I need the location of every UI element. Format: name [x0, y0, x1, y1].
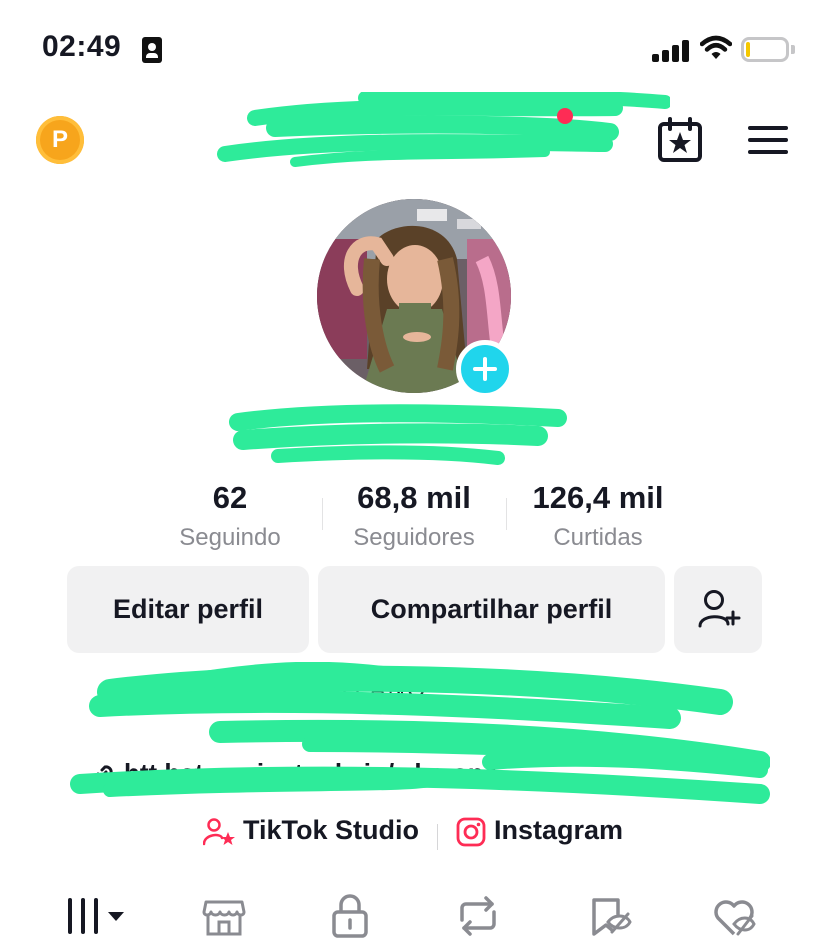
hamburger-menu-icon[interactable]	[746, 122, 790, 158]
videos-grid-icon[interactable]	[64, 892, 134, 940]
add-friend-button[interactable]	[674, 566, 762, 653]
stat-divider	[506, 498, 507, 530]
stat-following-value: 62	[212, 480, 248, 515]
repost-icon[interactable]	[454, 892, 502, 940]
share-profile-button[interactable]: Compartilhar perfil	[318, 566, 665, 653]
stat-followers[interactable]: 68,8 mil Seguidores	[334, 478, 494, 556]
add-avatar-button[interactable]	[456, 340, 514, 398]
shop-icon[interactable]	[200, 892, 248, 940]
battery-level	[746, 42, 750, 57]
stat-likes[interactable]: 126,4 mil Curtidas	[516, 478, 680, 556]
wifi-icon	[700, 35, 732, 59]
edit-profile-button[interactable]: Editar perfil	[67, 566, 309, 653]
tiktok-studio-link[interactable]: TikTok Studio	[202, 815, 420, 847]
instagram-link[interactable]: Instagram	[456, 815, 623, 847]
stat-following[interactable]: 62 Seguindo	[160, 478, 300, 556]
favorites-icon[interactable]	[586, 892, 634, 940]
status-time: 02:49	[42, 30, 122, 63]
contact-card-icon	[142, 37, 162, 63]
liked-icon[interactable]	[710, 892, 758, 940]
tiktok-studio-icon	[202, 818, 235, 846]
bio-redaction	[70, 662, 770, 804]
coins-button[interactable]: P	[36, 116, 84, 164]
calendar-star-icon[interactable]	[656, 116, 704, 164]
notification-dot	[557, 108, 573, 124]
status-bar: 02:49	[0, 0, 828, 100]
stat-followers-label: Seguidores	[353, 524, 475, 551]
stat-likes-label: Curtidas	[553, 524, 643, 551]
shortcut-divider	[437, 824, 438, 850]
tiktok-studio-label: TikTok Studio	[243, 815, 420, 845]
add-user-icon	[698, 590, 741, 628]
username-redacted[interactable]	[215, 92, 670, 172]
stat-likes-value: 126,4 mil	[532, 480, 664, 515]
stat-divider	[322, 498, 323, 530]
cellular-signal-icon	[652, 38, 692, 62]
battery-icon	[741, 37, 789, 62]
instagram-icon	[456, 817, 486, 847]
private-lock-icon[interactable]	[326, 892, 374, 940]
battery-tip	[791, 45, 795, 54]
instagram-label: Instagram	[494, 815, 624, 845]
stat-following-label: Seguindo	[179, 524, 281, 551]
stat-followers-value: 68,8 mil	[357, 480, 471, 515]
nickname-redacted	[229, 404, 567, 465]
bio-section: CHOU VIDA TUDO ANO htt hat.geniustools.i…	[70, 662, 770, 812]
